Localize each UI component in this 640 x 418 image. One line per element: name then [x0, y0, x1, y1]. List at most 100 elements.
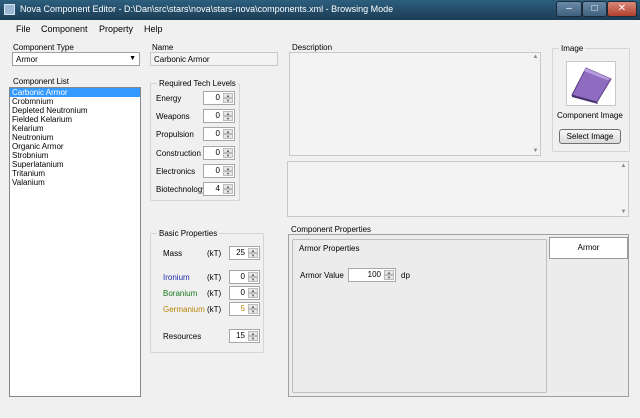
germanium-label: Germanium [163, 305, 205, 314]
armor-value-stepper[interactable]: 100 ▲ ▼ [348, 268, 396, 282]
tech-levels-title: Required Tech Levels [157, 79, 238, 88]
menu-property[interactable]: Property [99, 24, 133, 34]
menu-component[interactable]: Component [41, 24, 88, 34]
title-bar[interactable]: Nova Component Editor - D:\Dan\src\stars… [0, 0, 640, 20]
list-item[interactable]: Strobnium [10, 151, 140, 160]
tech-energy-label: Energy [156, 94, 182, 103]
image-title: Image [559, 44, 586, 53]
name-label: Name [152, 43, 174, 52]
maximize-button[interactable]: □ [582, 1, 607, 17]
ironium-label: Ironium [163, 273, 190, 282]
list-item[interactable]: Neutronium [10, 133, 140, 142]
component-list-label: Component List [13, 77, 70, 86]
notes-textarea[interactable]: ▲ ▼ [287, 161, 629, 217]
weapons-value: 0 [215, 111, 220, 120]
description-label: Description [292, 43, 333, 52]
spin-down-icon[interactable]: ▼ [248, 277, 258, 282]
electronics-stepper[interactable]: 0 ▲ ▼ [203, 164, 235, 178]
scroll-down-icon[interactable]: ▼ [619, 209, 628, 215]
tab-armor[interactable]: Armor [549, 237, 628, 259]
description-textarea[interactable]: ▲ ▼ [289, 52, 541, 156]
scroll-down-icon[interactable]: ▼ [531, 148, 540, 154]
spin-down-icon[interactable]: ▼ [248, 336, 258, 341]
boranium-label: Boranium [163, 289, 198, 298]
list-item[interactable]: Depleted Neutronium [10, 106, 140, 115]
spin-down-icon[interactable]: ▼ [223, 98, 233, 103]
electronics-value: 0 [215, 166, 220, 175]
biotechnology-value: 4 [215, 184, 220, 193]
menu-bar: File Component Property Help [0, 20, 640, 38]
tech-construction-label: Construction [156, 149, 201, 158]
propulsion-stepper[interactable]: 0 ▲ ▼ [203, 127, 235, 141]
spin-down-icon[interactable]: ▼ [223, 189, 233, 194]
spin-down-icon[interactable]: ▼ [223, 171, 233, 176]
spin-down-icon[interactable]: ▼ [248, 309, 258, 314]
name-value: Carbonic Armor [154, 55, 210, 64]
scroll-up-icon[interactable]: ▲ [531, 54, 540, 60]
list-item[interactable]: Organic Armor [10, 142, 140, 151]
construction-value: 0 [215, 148, 220, 157]
energy-stepper[interactable]: 0 ▲ ▼ [203, 91, 235, 105]
armor-properties-group: Armor Properties Armor Value 100 ▲ ▼ dp [292, 239, 547, 393]
boranium-value: 0 [240, 288, 245, 297]
list-item[interactable]: Crobmnium [10, 97, 140, 106]
armor-plate-icon [571, 67, 612, 104]
list-item[interactable]: Superlatanium [10, 160, 140, 169]
notes-scrollbar[interactable]: ▲ ▼ [619, 162, 628, 216]
tech-electronics-label: Electronics [156, 167, 196, 176]
armor-properties-title: Armor Properties [299, 244, 360, 253]
window-title: Nova Component Editor - D:\Dan\src\stars… [20, 4, 394, 14]
armor-value: 100 [367, 270, 381, 279]
construction-stepper[interactable]: 0 ▲ ▼ [203, 146, 235, 160]
select-image-button[interactable]: Select Image [559, 129, 621, 144]
resources-stepper[interactable]: 15 ▲ ▼ [229, 329, 260, 343]
spin-down-icon[interactable]: ▼ [384, 275, 394, 280]
boranium-stepper[interactable]: 0 ▲ ▼ [229, 286, 260, 300]
basic-properties-title: Basic Properties [157, 229, 220, 238]
description-scrollbar[interactable]: ▲ ▼ [531, 53, 540, 155]
list-item[interactable]: Tritanium [10, 169, 140, 178]
resources-value: 15 [236, 331, 245, 340]
component-image [566, 61, 616, 106]
ironium-unit: (kT) [207, 273, 222, 282]
component-type-select[interactable]: Armor ▼ [12, 52, 140, 66]
component-type-value: Armor [16, 55, 38, 64]
spin-down-icon[interactable]: ▼ [223, 134, 233, 139]
list-item[interactable]: Valanium [10, 178, 140, 187]
menu-file[interactable]: File [16, 24, 31, 34]
germanium-stepper[interactable]: 5 ▲ ▼ [229, 302, 260, 316]
list-item[interactable]: Fielded Kelarium [10, 115, 140, 124]
boranium-unit: (kT) [207, 289, 222, 298]
spin-down-icon[interactable]: ▼ [248, 293, 258, 298]
app-icon [4, 4, 15, 15]
app-window: Nova Component Editor - D:\Dan\src\stars… [0, 0, 640, 418]
energy-value: 0 [215, 93, 220, 102]
component-list[interactable]: Carbonic Armor Crobmnium Depleted Neutro… [9, 87, 141, 397]
mass-unit: (kT) [207, 249, 222, 258]
tech-propulsion-label: Propulsion [156, 130, 194, 139]
armor-value-unit: dp [401, 271, 410, 280]
tech-weapons-label: Weapons [156, 112, 190, 121]
list-item[interactable]: Kelarium [10, 124, 140, 133]
spin-down-icon[interactable]: ▼ [248, 253, 258, 258]
close-button[interactable]: ✕ [607, 1, 637, 17]
scroll-up-icon[interactable]: ▲ [619, 163, 628, 169]
spin-down-icon[interactable]: ▼ [223, 116, 233, 121]
chevron-down-icon: ▼ [129, 55, 136, 62]
minimize-button[interactable]: – [556, 1, 582, 17]
spin-down-icon[interactable]: ▼ [223, 153, 233, 158]
ironium-value: 0 [240, 272, 245, 281]
menu-help[interactable]: Help [144, 24, 163, 34]
resources-label: Resources [163, 332, 202, 341]
mass-stepper[interactable]: 25 ▲ ▼ [229, 246, 260, 260]
armor-value-label: Armor Value [300, 271, 344, 280]
ironium-stepper[interactable]: 0 ▲ ▼ [229, 270, 260, 284]
name-field[interactable]: Carbonic Armor [150, 52, 278, 66]
component-image-caption: Component Image [557, 111, 623, 120]
weapons-stepper[interactable]: 0 ▲ ▼ [203, 109, 235, 123]
list-item[interactable]: Carbonic Armor [10, 88, 140, 97]
mass-label: Mass [163, 249, 183, 258]
biotechnology-stepper[interactable]: 4 ▲ ▼ [203, 182, 235, 196]
germanium-value: 5 [240, 304, 245, 313]
propulsion-value: 0 [215, 129, 220, 138]
